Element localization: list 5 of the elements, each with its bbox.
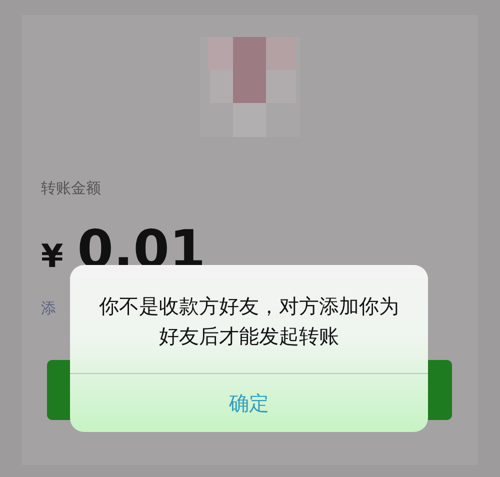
currency-symbol: ¥: [41, 237, 64, 275]
amount-label: 转账金额: [41, 179, 101, 198]
confirm-button[interactable]: 确定: [70, 374, 428, 432]
alert-message: 你不是收款方好友，对方添加你为好友后才能发起转账: [98, 293, 400, 350]
note-link[interactable]: 添: [41, 299, 56, 317]
